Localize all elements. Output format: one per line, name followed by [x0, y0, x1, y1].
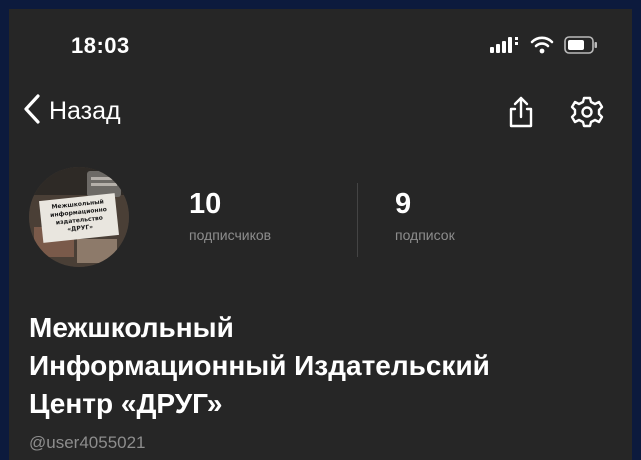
- cellular-signal-icon: [490, 37, 520, 58]
- back-label: Назад: [49, 97, 121, 125]
- profile-username: @user4055021: [29, 433, 146, 452]
- following-label: подписок: [395, 227, 455, 243]
- battery-icon: [564, 36, 598, 59]
- avatar[interactable]: Межшкольный информационно издательство «…: [29, 167, 129, 267]
- app-screen: 18:03 Назад Межшкольный информационно из…: [9, 9, 632, 460]
- stats-divider: [357, 183, 358, 257]
- followers-label: подписчиков: [189, 227, 272, 243]
- profile-name-line: Межшкольный: [29, 312, 234, 343]
- wifi-icon: [530, 36, 554, 59]
- chevron-left-icon: [23, 93, 41, 130]
- profile-header: Межшкольный информационно издательство «…: [9, 157, 632, 287]
- navigation-bar: Назад: [9, 89, 632, 139]
- profile-name-line: Информационный Издательский: [29, 350, 490, 381]
- following-stat[interactable]: 9 подписок: [395, 187, 455, 243]
- status-icons: [490, 36, 598, 59]
- following-count: 9: [395, 188, 412, 220]
- back-button[interactable]: Назад: [23, 93, 121, 130]
- followers-count: 10: [189, 188, 222, 220]
- profile-name-line: Центр «ДРУГ»: [29, 388, 223, 419]
- share-icon[interactable]: [506, 95, 536, 129]
- nav-actions: [506, 95, 604, 129]
- gear-icon[interactable]: [570, 95, 604, 129]
- status-time: 18:03: [71, 33, 130, 58]
- followers-stat[interactable]: 10 подписчиков: [189, 187, 271, 243]
- profile-name: Межшкольный Информационный Издательский …: [29, 309, 629, 423]
- status-bar: 18:03: [9, 9, 632, 79]
